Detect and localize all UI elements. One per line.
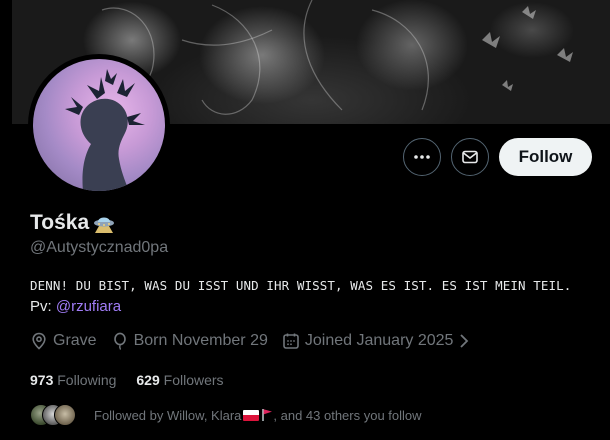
location-pin-icon xyxy=(32,332,46,350)
joined-item[interactable]: Joined January 2025 xyxy=(282,332,471,350)
calendar-icon xyxy=(283,333,299,349)
bio-text: DENN! DU BIST, WAS DU ISST UND IHR WISST… xyxy=(30,278,572,293)
profile-meta: Grave Born November 29 Joined January 20… xyxy=(30,332,484,350)
ufo-icon xyxy=(94,217,115,233)
location-item: Grave xyxy=(30,332,97,350)
chevron-right-icon[interactable] xyxy=(458,333,470,349)
followers-label: Followers xyxy=(163,372,224,388)
following-link[interactable]: 973 Following xyxy=(30,372,116,388)
followers-count: 629 xyxy=(136,372,160,388)
followers-link[interactable]: 629 Followers xyxy=(136,372,223,388)
born-text: Born November 29 xyxy=(133,332,268,349)
avatar xyxy=(54,404,76,426)
avatar[interactable] xyxy=(28,54,170,196)
location-text: Grave xyxy=(53,332,97,349)
followed-by-prefix: Followed by Willow, Klara xyxy=(94,407,242,423)
bio-mention-link[interactable]: @rzufiara xyxy=(56,298,121,315)
red-flag-icon xyxy=(262,408,273,421)
bio-pv-label: Pv: xyxy=(30,298,52,315)
message-button[interactable] xyxy=(451,138,489,176)
followed-by-row[interactable]: Followed by Willow, Klara , and 43 others… xyxy=(30,404,422,426)
follower-facepile xyxy=(30,404,86,426)
username: @Autystycznad0pa xyxy=(30,239,169,256)
bio-pv-line: Pv: @rzufiara xyxy=(30,298,121,315)
balloon-icon xyxy=(113,332,126,350)
follow-stats: 973 Following 629 Followers xyxy=(30,372,244,388)
avatar-image xyxy=(33,59,165,191)
envelope-icon xyxy=(462,150,478,164)
ellipsis-icon xyxy=(414,155,430,159)
following-count: 973 xyxy=(30,372,54,388)
followed-by-suffix: , and 43 others you follow xyxy=(273,407,422,423)
following-label: Following xyxy=(57,372,117,388)
display-name-text: Tośka xyxy=(30,211,90,234)
followed-by-text: Followed by Willow, Klara , and 43 others… xyxy=(94,408,422,423)
more-options-button[interactable] xyxy=(403,138,441,176)
poland-flag-icon xyxy=(243,409,260,421)
follow-button[interactable]: Follow xyxy=(499,138,592,176)
display-name: Tośka xyxy=(30,211,115,235)
joined-text: Joined January 2025 xyxy=(304,332,454,349)
birthday-item: Born November 29 xyxy=(111,332,268,350)
